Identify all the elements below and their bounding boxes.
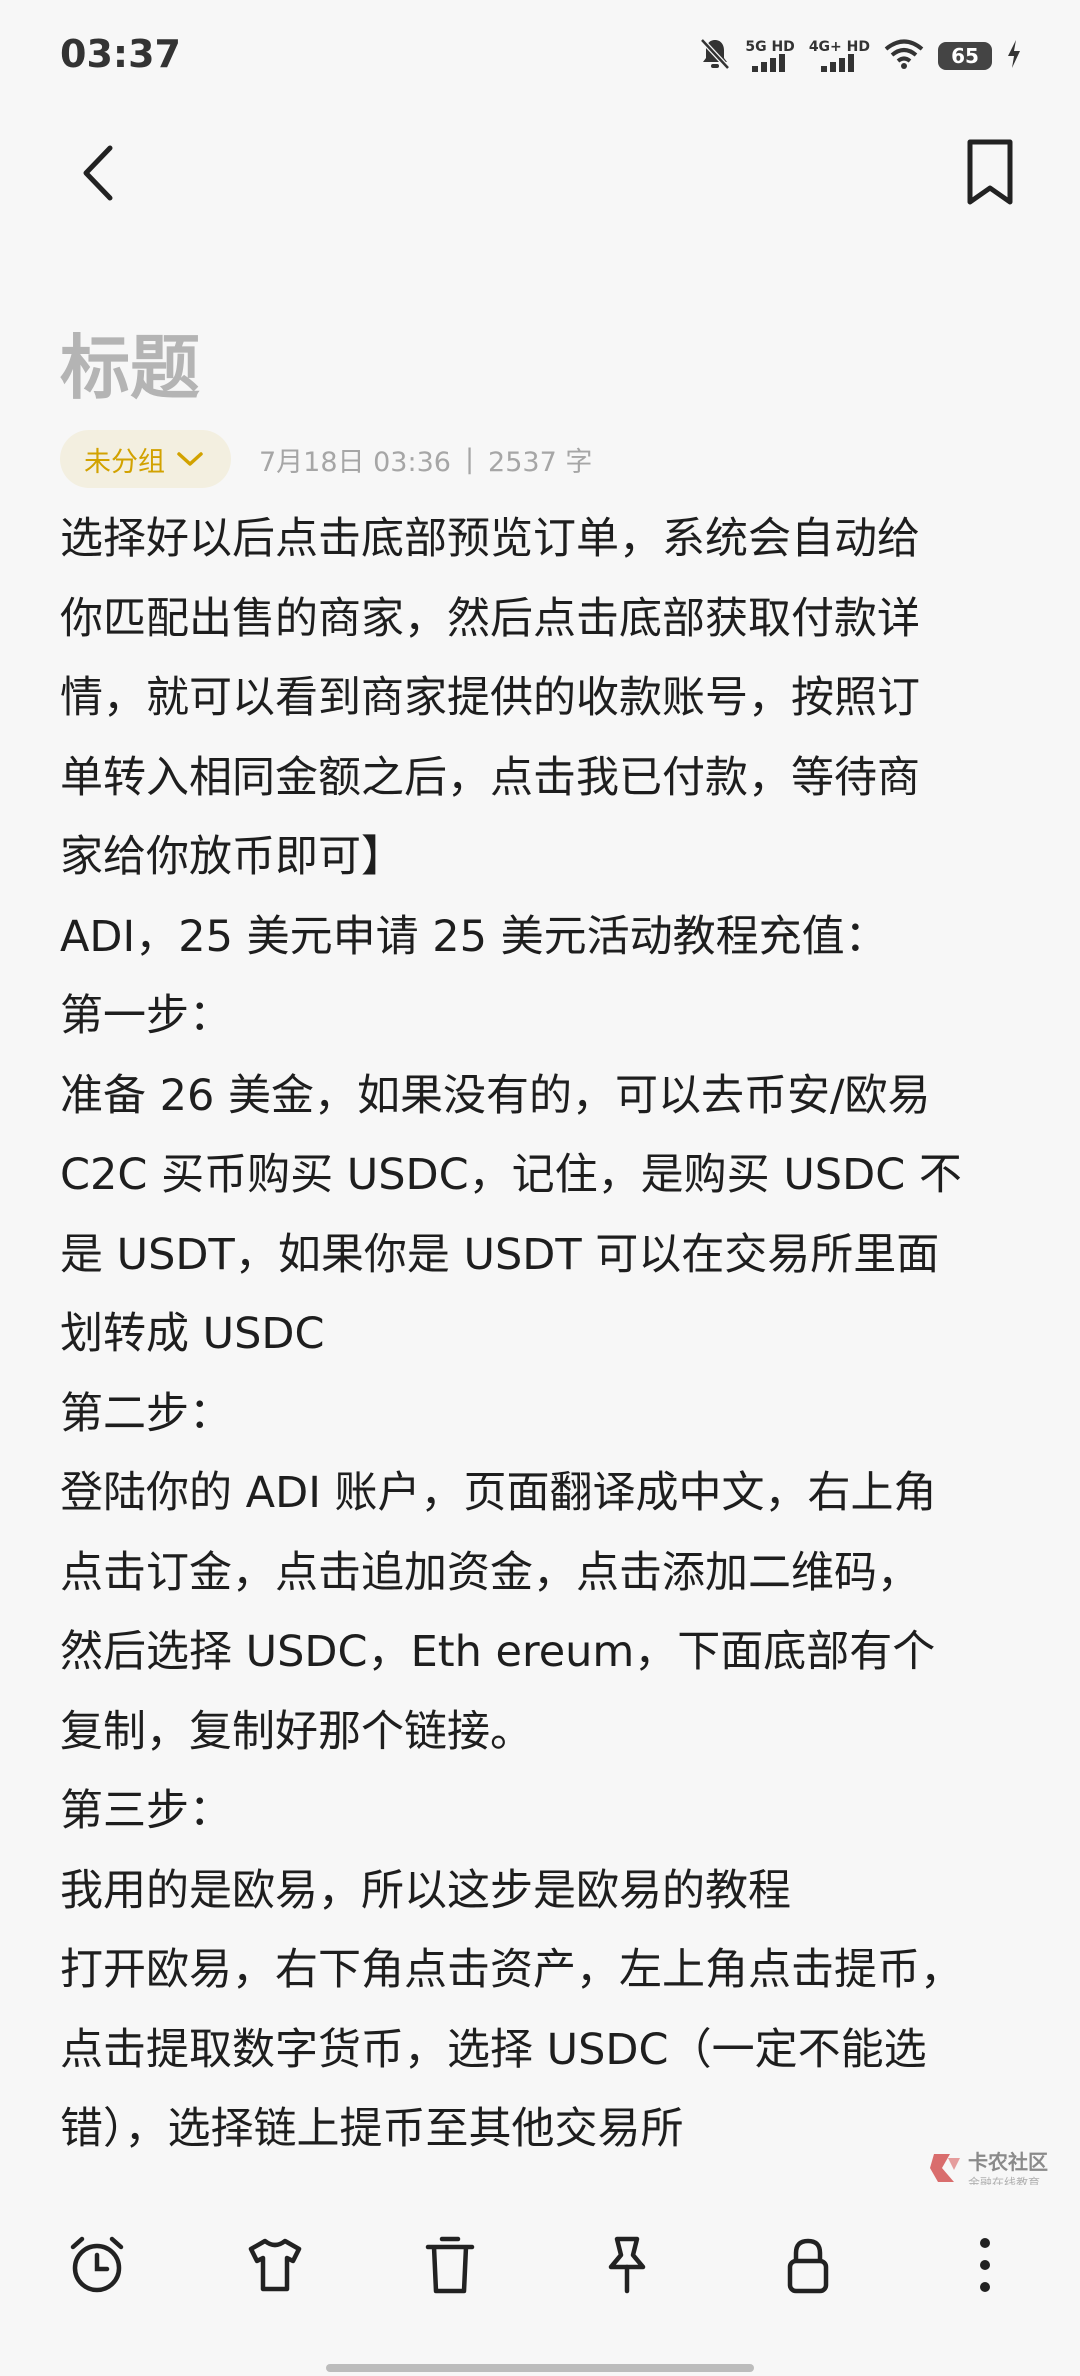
home-indicator[interactable]	[326, 2364, 754, 2372]
note-meta: 未分组 7月18日 03:36 | 2537 字	[60, 430, 592, 488]
note-line: 点击提取数字货币，选择 USDC（一定不能选	[60, 2024, 927, 2075]
note-title[interactable]: 标题	[60, 312, 200, 413]
tshirt-icon	[248, 2238, 302, 2292]
lock-button[interactable]	[773, 2230, 843, 2300]
status-time: 03:37	[60, 32, 181, 76]
note-line: 你匹配出售的商家，然后点击底部获取付款详	[60, 593, 920, 644]
note-line: 是 USDT，如果你是 USDT 可以在交易所里面	[60, 1229, 940, 1280]
note-body[interactable]: 选择好以后点击底部预览订单，系统会自动给 你匹配出售的商家，然后点击底部获取付款详…	[60, 500, 1022, 2170]
status-icons: 5G HD 4G+ HD 65	[699, 36, 1022, 76]
note-line: 单转入相同金额之后，点击我已付款，等待商	[60, 752, 920, 803]
word-count: 2537 字	[488, 446, 593, 478]
reminder-button[interactable]	[62, 2230, 132, 2300]
trash-icon	[425, 2236, 475, 2294]
note-line: ADI，25 美元申请 25 美元活动教程充值：	[60, 911, 888, 962]
charging-icon	[1006, 40, 1022, 72]
note-line: 点击订金，点击追加资金，点击添加二维码，	[60, 1547, 920, 1598]
delete-button[interactable]	[415, 2230, 485, 2300]
chevron-down-icon	[177, 452, 203, 466]
note-line: 复制，复制好那个链接。	[60, 1706, 533, 1757]
note-line: 错），选择链上提币至其他交易所	[60, 2104, 684, 2154]
bottom-toolbar	[0, 2185, 1080, 2335]
chevron-left-icon	[83, 145, 113, 201]
pin-icon	[608, 2236, 646, 2294]
bell-muted-icon	[699, 37, 731, 75]
note-line: 第三步：	[60, 1786, 232, 1836]
note-line: C2C 买币购买 USDC，记住，是购买 USDC 不	[60, 1150, 962, 1200]
battery-icon: 65	[938, 42, 992, 70]
group-label: 未分组	[84, 446, 165, 478]
back-button[interactable]	[70, 140, 130, 206]
network-4g: 4G+ HD	[809, 40, 870, 72]
note-line: 第一步：	[60, 991, 232, 1041]
note-line: 第二步：	[60, 1388, 232, 1439]
note-line: 然后选择 USDC，Eth ereum，下面底部有个	[60, 1627, 936, 1677]
wifi-icon	[884, 38, 924, 74]
more-button[interactable]	[950, 2230, 1020, 2300]
status-bar: 03:37 5G HD 4G+ HD 65	[0, 0, 1080, 110]
note-line: 划转成 USDC	[60, 1309, 325, 1359]
note-line: 打开欧易，右下角点击资产，左上角点击提币，	[60, 1945, 963, 1995]
pin-button[interactable]	[592, 2230, 662, 2300]
signal-icon-2	[821, 54, 855, 72]
network-4g-label: 4G+ HD	[808, 39, 870, 55]
signal-icon	[752, 54, 786, 72]
alarm-clock-icon	[70, 2236, 124, 2293]
note-line: 选择好以后点击底部预览订单，系统会自动给	[60, 514, 920, 564]
note-line: 登陆你的 ADI 账户，页面翻译成中文，右上角	[60, 1468, 937, 1518]
note-line: 情，就可以看到商家提供的收款账号，按照订	[60, 673, 920, 723]
lock-icon	[787, 2238, 829, 2294]
note-date: 7月18日 03:36	[259, 446, 451, 478]
more-vertical-icon	[980, 2238, 990, 2292]
network-5g-label: 5G HD	[745, 39, 795, 55]
note-line: 家给你放币即可】	[60, 832, 404, 882]
top-bar	[0, 120, 1080, 220]
note-line: 我用的是欧易，所以这步是欧易的教程	[60, 1865, 791, 1916]
note-line: 准备 26 美金，如果没有的，可以去币安/欧易	[60, 1070, 931, 1121]
watermark-name: 卡农社区	[968, 2150, 1048, 2174]
theme-button[interactable]	[240, 2230, 310, 2300]
meta-separator: |	[464, 443, 475, 475]
bookmark-button[interactable]	[960, 136, 1020, 208]
watermark-logo-icon	[930, 2154, 960, 2182]
network-5g: 5G HD	[745, 39, 795, 72]
group-selector[interactable]: 未分组	[60, 430, 231, 488]
bookmark-icon	[967, 139, 1013, 205]
